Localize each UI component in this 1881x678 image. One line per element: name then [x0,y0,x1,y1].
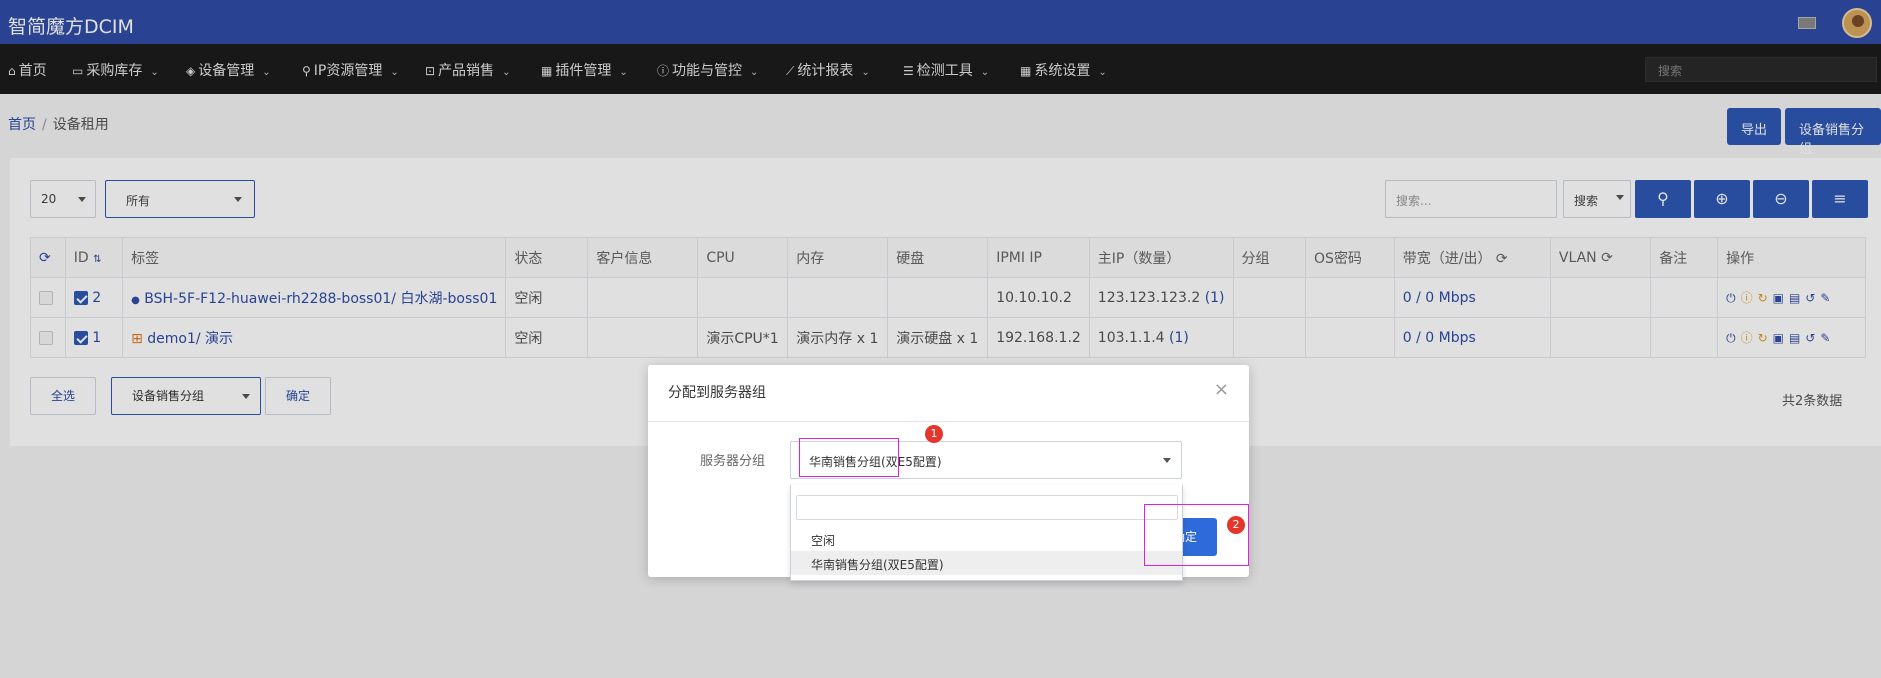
close-icon[interactable]: × [1214,379,1229,400]
caret-down-icon [1163,458,1171,463]
dropdown-option-idle[interactable]: 空闲 [791,527,1182,551]
highlight-box-2 [1144,504,1249,566]
modal-divider [648,421,1249,422]
highlight-box-1 [799,438,899,477]
step-badge-1: 1 [925,425,943,443]
step-badge-2: 2 [1227,516,1245,534]
modal-title: 分配到服务器组 [668,385,766,401]
dropdown-option-south-china[interactable]: 华南销售分组(双E5配置) [791,551,1182,575]
dropdown-search-input[interactable] [796,495,1178,520]
server-group-dropdown: 空闲 华南销售分组(双E5配置) [790,485,1183,581]
server-group-label: 服务器分组 [700,454,766,469]
